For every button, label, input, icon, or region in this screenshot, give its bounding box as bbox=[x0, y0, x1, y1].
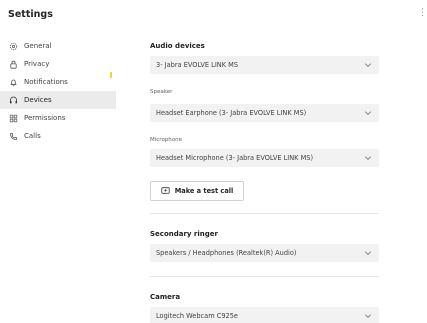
secondary-ringer-value: Speakers / Headphones (Realtek(R) Audio) bbox=[156, 249, 297, 257]
test-call-label: Make a test call bbox=[174, 187, 234, 195]
sidebar-item-label: Notifications bbox=[24, 78, 68, 86]
chevron-down-icon bbox=[364, 249, 372, 257]
camera-value: Logitech Webcam C925e bbox=[156, 312, 238, 320]
speaker-value: Headset Earphone (3- Jabra EVOLVE LINK M… bbox=[156, 109, 307, 117]
sidebar-item-privacy[interactable]: Privacy bbox=[0, 55, 116, 73]
sidebar-item-label: Calls bbox=[24, 132, 41, 140]
microphone-select[interactable]: Headset Microphone (3- Jabra EVOLVE LINK… bbox=[150, 149, 379, 167]
sidebar-item-label: Permissions bbox=[24, 114, 66, 122]
gear-icon bbox=[9, 42, 18, 51]
microphone-value: Headset Microphone (3- Jabra EVOLVE LINK… bbox=[156, 154, 314, 162]
audio-device-value: 3- Jabra EVOLVE LINK MS bbox=[156, 61, 239, 69]
chevron-down-icon bbox=[364, 109, 372, 117]
sidebar-item-permissions[interactable]: Permissions bbox=[0, 109, 116, 127]
chevron-down-icon bbox=[364, 312, 372, 320]
camera-select[interactable]: Logitech Webcam C925e bbox=[150, 307, 379, 323]
chevron-down-icon bbox=[364, 154, 372, 162]
page-title: Settings bbox=[8, 9, 53, 20]
grid-icon bbox=[9, 114, 18, 123]
sidebar-item-label: Privacy bbox=[24, 60, 50, 68]
bell-icon bbox=[9, 78, 18, 87]
sidebar-item-label: Devices bbox=[24, 96, 52, 104]
phone-icon bbox=[9, 132, 18, 141]
sidebar-item-calls[interactable]: Calls bbox=[0, 127, 116, 145]
more-options-icon[interactable]: ⋮ bbox=[418, 8, 427, 18]
devices-icon bbox=[9, 96, 18, 105]
camera-heading: Camera bbox=[150, 293, 181, 301]
microphone-label: Microphone bbox=[150, 137, 183, 143]
secondary-ringer-heading: Secondary ringer bbox=[150, 230, 218, 238]
secondary-ringer-select[interactable]: Speakers / Headphones (Realtek(R) Audio) bbox=[150, 244, 379, 262]
speaker-label: Speaker bbox=[150, 89, 173, 95]
section-divider bbox=[150, 276, 379, 277]
make-test-call-button[interactable]: Make a test call bbox=[150, 181, 244, 201]
sidebar-item-devices[interactable]: Devices bbox=[0, 91, 116, 109]
highlight-marker bbox=[110, 72, 112, 78]
speaker-select[interactable]: Headset Earphone (3- Jabra EVOLVE LINK M… bbox=[150, 104, 379, 122]
sidebar-item-notifications[interactable]: Notifications bbox=[0, 73, 116, 91]
audio-devices-heading: Audio devices bbox=[150, 42, 205, 50]
audio-device-select[interactable]: 3- Jabra EVOLVE LINK MS bbox=[150, 56, 379, 74]
lock-icon bbox=[9, 60, 18, 69]
test-call-icon bbox=[161, 187, 170, 195]
sidebar-item-label: General bbox=[24, 42, 52, 50]
chevron-down-icon bbox=[364, 61, 372, 69]
settings-sidebar: General Privacy Notifications Devices Pe… bbox=[0, 37, 116, 145]
sidebar-item-general[interactable]: General bbox=[0, 37, 116, 55]
section-divider bbox=[150, 213, 379, 214]
